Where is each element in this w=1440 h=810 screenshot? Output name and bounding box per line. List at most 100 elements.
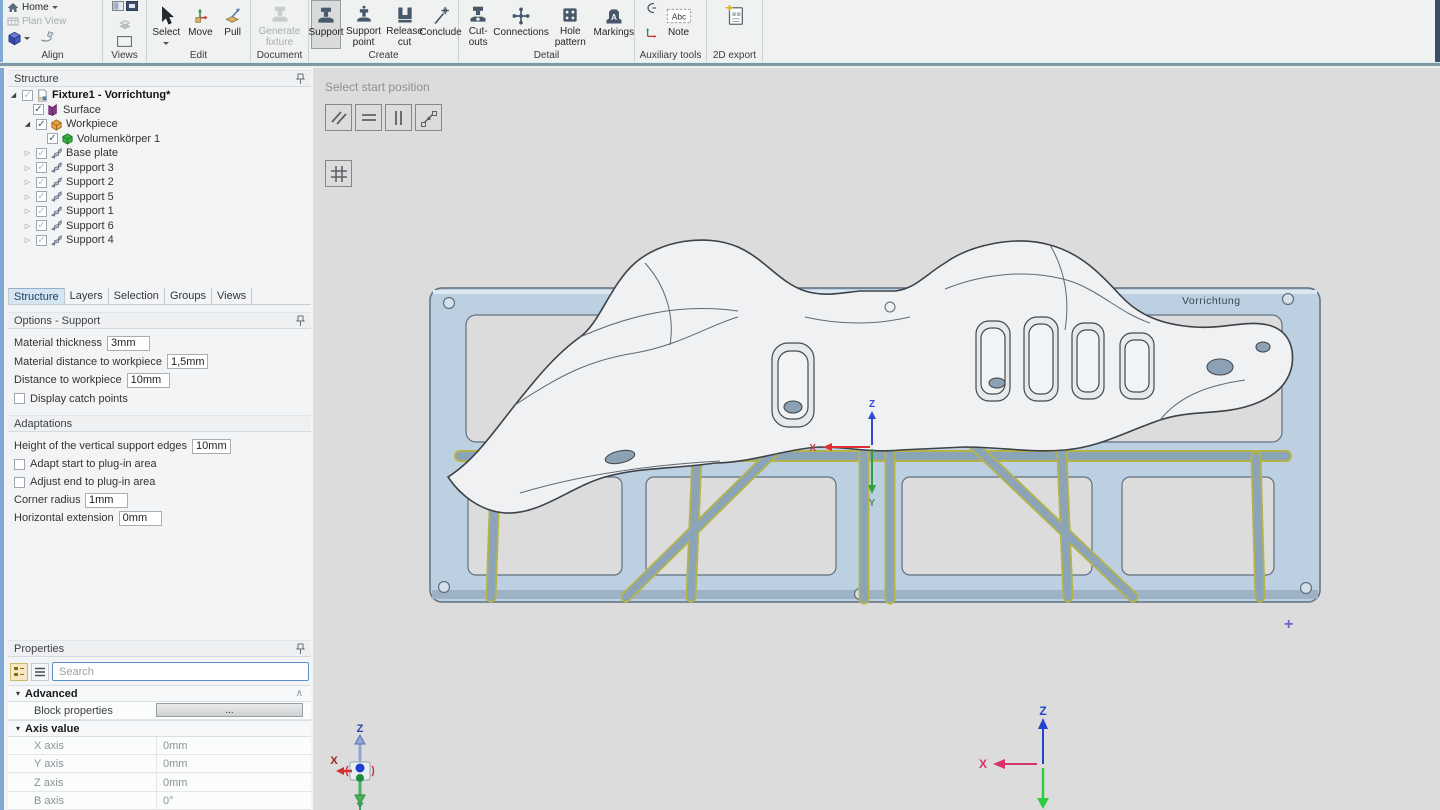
hole-pattern-button[interactable]: Hole pattern [547,0,594,49]
move-button[interactable]: Move [185,0,215,49]
tree-row-support1[interactable]: ▷ ✓ Support 1 [8,204,311,219]
expander-icon[interactable]: ◢ [8,91,19,99]
2d-export-button[interactable] [720,0,750,49]
left-sidebar: Structure ◢ ✓ Fixture1 - Vorrichtung* ✓ … [0,68,313,810]
svg-text:Abc: Abc [671,11,685,21]
checkbox[interactable]: ✓ [36,220,47,231]
properties-search-input[interactable] [52,662,309,681]
material-distance-input[interactable] [167,354,208,369]
support-icon [316,6,336,26]
cutouts-button[interactable]: Cut-outs [461,0,495,49]
checkbox[interactable]: ✓ [33,104,44,115]
support-point-button[interactable]: Support point [343,0,384,49]
checkbox[interactable]: ✓ [36,119,47,130]
release-cut-icon [395,5,415,25]
expander-icon[interactable]: ◢ [22,120,33,128]
2d-export-icon [724,4,746,28]
b-axis-value[interactable]: 0° [156,792,311,809]
expander-icon[interactable]: ▷ [22,193,33,201]
viewport-frame-button[interactable] [117,36,132,50]
checkbox[interactable]: ✓ [22,90,33,101]
adjust-end-checkbox[interactable] [14,477,25,488]
axis-value-section-header[interactable]: ▾ Axis value [8,720,311,737]
checkbox[interactable]: ✓ [36,191,47,202]
checkbox[interactable]: ✓ [36,148,47,159]
generate-fixture-button[interactable]: Generate fixture [253,0,306,49]
tree-row-base-plate[interactable]: ▷ ✓ Base plate [8,146,311,161]
group-label-views: Views [103,50,146,61]
tab-views[interactable]: Views [212,288,252,304]
shaded-view-button[interactable] [118,18,132,33]
checkbox[interactable]: ✓ [36,162,47,173]
window-layout-button[interactable] [112,1,124,14]
conclude-button[interactable]: Conclude [425,0,456,49]
clamp-button[interactable] [645,2,659,17]
support-button[interactable]: Support [311,0,341,49]
adapt-start-checkbox[interactable] [14,459,25,470]
grid-button[interactable] [325,160,352,187]
adjust-end-label: Adjust end to plug-in area [30,476,155,488]
vertical-edge-height-input[interactable] [192,439,231,454]
plan-view-button[interactable]: Plan View [5,14,100,28]
tree-row-workpiece[interactable]: ◢ ✓ Workpiece [8,117,311,132]
select-button[interactable]: Select [149,0,183,49]
advanced-section-header[interactable]: ▾ Advanced ∧ [8,685,311,702]
distance-to-workpiece-input[interactable] [127,373,170,388]
list-view-button[interactable] [31,663,49,681]
z-axis-value[interactable]: 0mm [156,774,311,791]
view-orientation-triad[interactable]: Z X Y [330,720,400,810]
tree-row-volume[interactable]: ✓ Volumenkörper 1 [8,132,311,147]
3d-viewport[interactable]: Select start position [313,68,1440,810]
pull-button[interactable]: Pull [218,0,248,49]
horizontal-extension-input[interactable] [119,511,162,526]
corner-radius-input[interactable] [85,493,128,508]
scroll-up-icon[interactable]: ∧ [296,688,303,699]
spline-button[interactable] [415,104,442,131]
release-cut-button[interactable]: Release cut [386,0,423,49]
tree-row-fixture[interactable]: ◢ ✓ Fixture1 - Vorrichtung* [8,88,311,103]
tree-row-support4[interactable]: ▷ ✓ Support 4 [8,233,311,248]
connections-button[interactable]: Connections [497,0,545,49]
pin-icon[interactable] [296,73,305,84]
pin-icon[interactable] [296,315,305,326]
display-catch-points-checkbox[interactable] [14,393,25,404]
tree-row-support6[interactable]: ▷ ✓ Support 6 [8,219,311,234]
axis-x-label: X [979,757,987,771]
x-axis-value[interactable]: 0mm [156,737,311,754]
expander-icon[interactable]: ▷ [22,164,33,172]
tree-row-support2[interactable]: ▷ ✓ Support 2 [8,175,311,190]
fixture-document-icon [36,89,49,102]
pin-icon[interactable] [296,643,305,654]
tab-selection[interactable]: Selection [109,288,165,304]
tree-row-support5[interactable]: ▷ ✓ Support 5 [8,190,311,205]
block-properties-button[interactable]: ... [156,703,303,717]
checkbox[interactable]: ✓ [36,235,47,246]
checkbox[interactable]: ✓ [36,177,47,188]
parallel-vertical-button[interactable] [385,104,412,131]
parallel-horizontal-button[interactable] [355,104,382,131]
axes-tool-button[interactable] [645,25,659,42]
expander-icon[interactable]: ▷ [22,149,33,157]
expander-icon[interactable]: ▷ [22,222,33,230]
material-thickness-input[interactable] [107,336,150,351]
expander-icon[interactable]: ▷ [22,207,33,215]
expander-icon[interactable]: ▷ [22,178,33,186]
expander-icon[interactable]: ▷ [22,236,33,244]
tree-row-surface[interactable]: ✓ Surface [8,103,311,118]
tab-structure[interactable]: Structure [8,288,65,304]
tab-groups[interactable]: Groups [165,288,212,304]
y-axis-value[interactable]: 0mm [156,755,311,772]
home-button[interactable]: Home [5,0,100,14]
categorized-view-button[interactable] [10,663,28,681]
note-button[interactable]: Abc Note [661,0,697,49]
align-freehand-button[interactable] [39,29,56,47]
text-window-button[interactable] [126,1,138,14]
orientation-cube-button[interactable] [7,31,30,46]
parallel-diagonal-button[interactable] [325,104,352,131]
tree-row-support3[interactable]: ▷ ✓ Support 3 [8,161,311,176]
checkbox[interactable]: ✓ [47,133,58,144]
tab-layers[interactable]: Layers [65,288,109,304]
checkbox[interactable]: ✓ [36,206,47,217]
adaptations-title: Adaptations [14,418,72,430]
markings-button[interactable]: A Markings [596,0,632,49]
